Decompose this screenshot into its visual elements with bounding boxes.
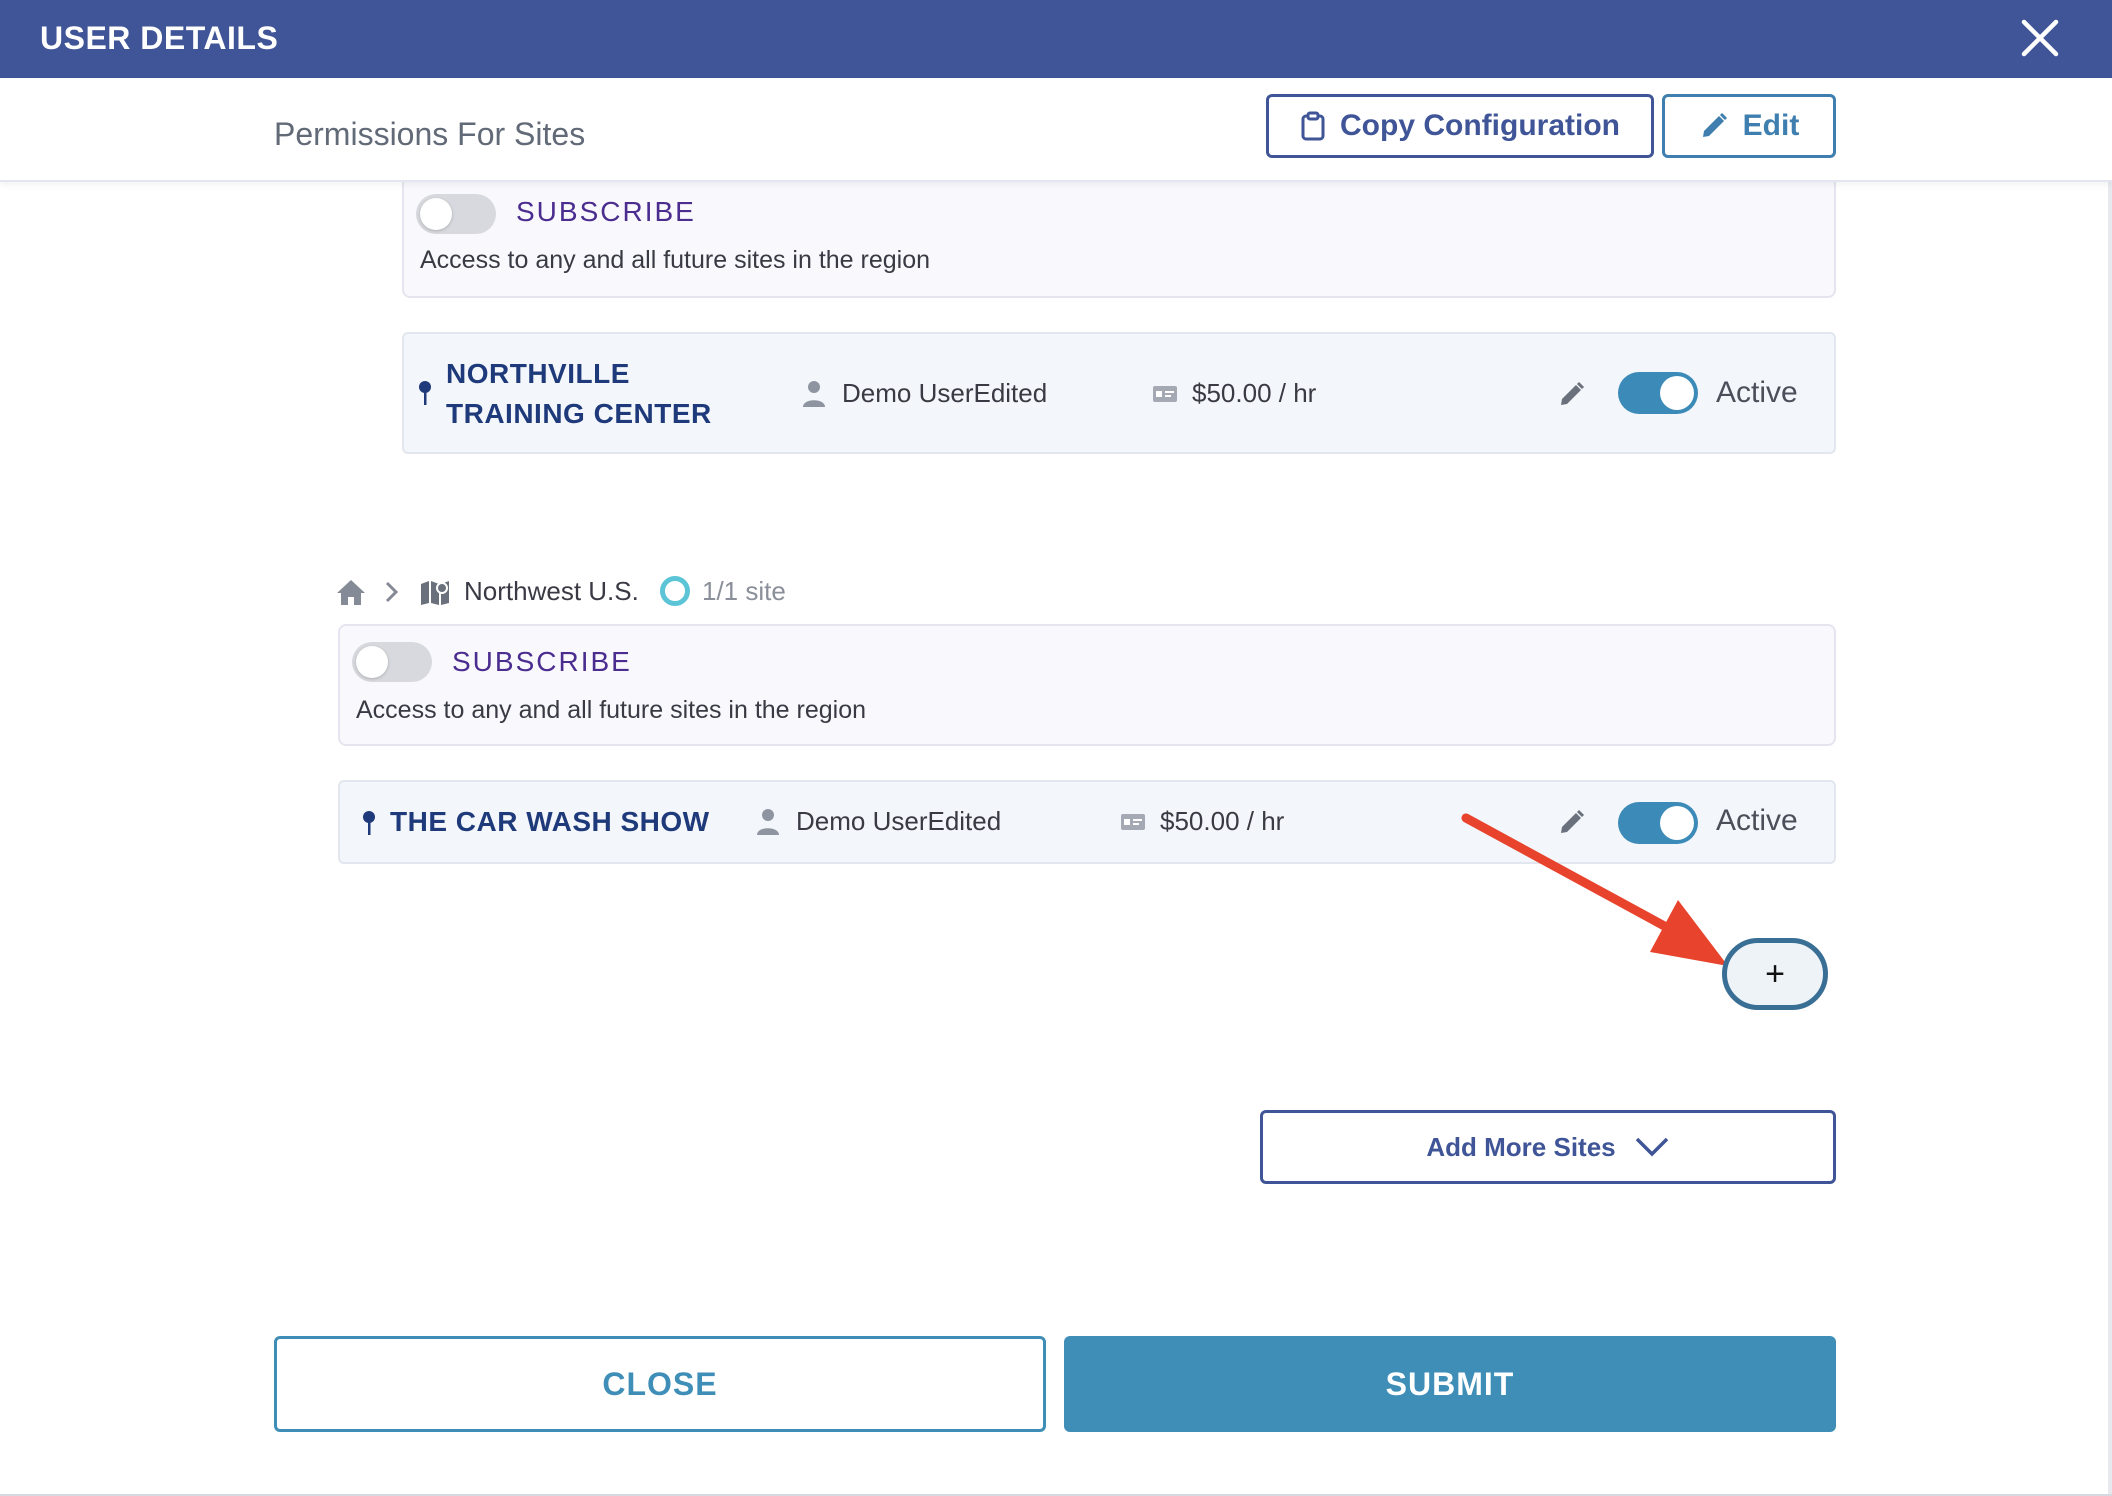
site-rate: $50.00 / hr [1160, 806, 1285, 836]
site-name-line-1: NORTHVILLE [446, 358, 630, 389]
edit-site-icon[interactable] [1558, 380, 1586, 408]
submit-button[interactable]: SUBMIT [1064, 1336, 1836, 1432]
chevron-right-icon [385, 581, 399, 603]
edit-label: Edit [1742, 109, 1800, 142]
permissions-header: Permissions For Sites Copy Configuration… [0, 78, 2112, 182]
site-count: 1/1 site [702, 576, 786, 606]
subscribe-card: SUBSCRIBE Access to any and all future s… [338, 624, 1836, 746]
map-pin-icon [363, 811, 375, 835]
subscribe-toggle[interactable] [416, 194, 496, 234]
user-icon [803, 381, 825, 407]
user-icon [757, 809, 779, 835]
site-name: NORTHVILLE TRAINING CENTER [446, 354, 712, 434]
subscribe-description: Access to any and all future sites in th… [420, 246, 931, 274]
pencil-icon [1702, 112, 1727, 137]
section-title: Permissions For Sites [274, 116, 586, 152]
dialog-title-bar: USER DETAILS [0, 0, 2112, 78]
map-pin-icon [419, 381, 431, 405]
progress-ring-icon [660, 576, 690, 606]
annotation-arrow-icon [1461, 813, 1728, 966]
site-card: NORTHVILLE TRAINING CENTER Demo UserEdit… [402, 332, 1836, 454]
map-icon [421, 581, 449, 605]
breadcrumb-region[interactable]: Northwest U.S. [464, 576, 639, 607]
home-icon[interactable] [336, 578, 366, 606]
money-icon [1153, 386, 1177, 402]
dialog-title: USER DETAILS [40, 20, 279, 56]
edit-button[interactable]: Edit [1662, 94, 1836, 158]
add-more-sites-label: Add More Sites [1426, 1131, 1616, 1162]
copy-configuration-label: Copy Configuration [1340, 109, 1620, 142]
site-name: THE CAR WASH SHOW [390, 806, 710, 837]
chevron-down-icon [1635, 1137, 1668, 1157]
site-user: Demo UserEdited [842, 378, 1048, 408]
site-name-line-2: TRAINING CENTER [446, 398, 712, 429]
subscribe-card: SUBSCRIBE Access to any and all future s… [402, 176, 1836, 298]
scrollbar-track[interactable] [2108, 78, 2112, 1496]
subscribe-label: SUBSCRIBE [452, 646, 632, 677]
subscribe-toggle[interactable] [352, 642, 432, 682]
subscribe-description: Access to any and all future sites in th… [356, 696, 867, 724]
site-status-label: Active [1716, 376, 1798, 409]
clipboard-icon [1301, 111, 1325, 141]
subscribe-label: SUBSCRIBE [516, 196, 696, 227]
site-user: Demo UserEdited [796, 806, 1002, 836]
close-icon[interactable] [2018, 16, 2062, 60]
site-rate: $50.00 / hr [1192, 378, 1317, 408]
add-more-sites-button[interactable]: Add More Sites [1260, 1110, 1836, 1184]
money-icon [1121, 814, 1145, 830]
add-site-button[interactable]: + [1722, 938, 1828, 1010]
site-active-toggle[interactable] [1618, 372, 1698, 414]
copy-configuration-button[interactable]: Copy Configuration [1266, 94, 1654, 158]
close-button[interactable]: CLOSE [274, 1336, 1046, 1432]
